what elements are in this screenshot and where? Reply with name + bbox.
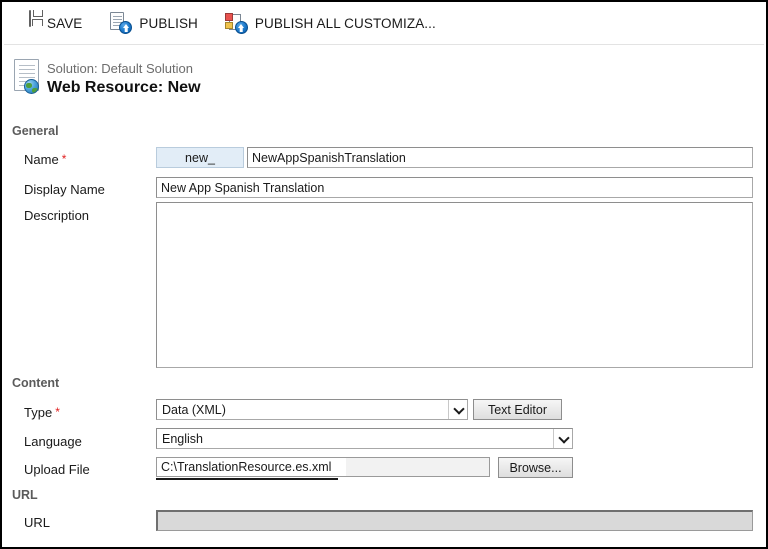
display-name-field-label: Display Name [24,182,105,197]
section-header-general: General [12,124,59,138]
text-editor-button[interactable]: Text Editor [473,399,562,420]
chevron-down-icon[interactable] [553,429,572,448]
section-header-content: Content [12,376,60,390]
browse-button[interactable]: Browse... [498,457,573,478]
upload-file-picker[interactable]: C:\TranslationResource.es.xml [156,457,490,480]
page-title: Web Resource: New [47,79,201,96]
language-field-label: Language [24,434,82,449]
save-button[interactable]: SAVE [16,8,82,38]
web-resource-globe-document-icon [12,59,44,95]
publish-all-customizations-button[interactable]: PUBLISH ALL CUSTOMIZA... [224,8,436,38]
publish-button[interactable]: PUBLISH [108,8,198,38]
name-label-text: Name [24,152,59,167]
solution-breadcrumb: Solution: Default Solution [47,61,193,76]
web-resource-form-window: SAVE PUBLISH PUBLISH ALL CUSTOMIZA... So… [0,0,768,549]
name-field-label: Name * [24,152,66,167]
upload-file-field-fill [346,457,490,477]
publish-all-customizations-icon [224,11,248,35]
type-select[interactable]: Data (XML) [156,399,468,420]
description-textarea[interactable] [156,202,753,368]
language-select[interactable]: English [156,428,573,449]
upload-file-field-label: Upload File [24,462,90,477]
save-floppy-icon [16,10,40,35]
description-field-label: Description [24,208,90,223]
url-readonly-field [156,510,753,531]
publish-button-label: PUBLISH [139,15,198,31]
required-asterisk: * [61,152,67,166]
chevron-down-icon[interactable] [448,400,467,419]
publish-all-customizations-label: PUBLISH ALL CUSTOMIZA... [254,15,436,31]
type-label-text: Type [24,405,53,420]
save-button-label: SAVE [47,15,83,31]
publish-document-upload-icon [108,11,133,35]
url-field-label: URL [24,515,51,530]
record-header: Solution: Default Solution Web Resource:… [2,45,766,114]
type-field-label: Type * [24,405,60,420]
display-name-input[interactable] [156,177,753,198]
language-select-value: English [162,431,203,446]
upload-file-focus-underline [156,478,338,480]
name-prefix: new_ [156,147,244,168]
upload-file-path-text[interactable]: C:\TranslationResource.es.xml [156,457,346,477]
section-header-url: URL [12,488,38,502]
command-bar: SAVE PUBLISH PUBLISH ALL CUSTOMIZA... [2,2,766,44]
type-select-value: Data (XML) [162,402,226,417]
name-input[interactable] [247,147,753,168]
required-asterisk: * [55,405,60,419]
